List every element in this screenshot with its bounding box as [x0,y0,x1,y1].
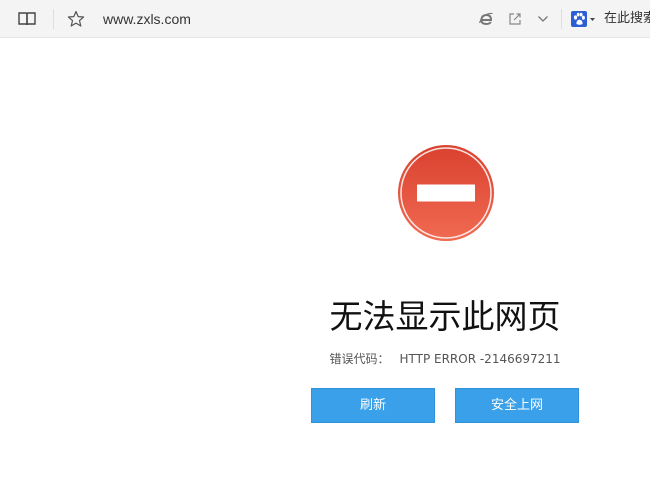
no-entry-icon [397,144,495,242]
error-code-line: 错误代码： HTTP ERROR -2146697211 [300,350,590,367]
refresh-button[interactable]: 刷新 [311,388,435,423]
reading-view-button[interactable] [14,0,40,38]
chevron-down-icon [538,16,548,22]
error-title: 无法显示此网页 [329,297,561,336]
browser-toolbar: www.zxls.com 在此搜索 [0,0,650,38]
error-code-value: HTTP ERROR -2146697211 [399,352,561,366]
toolbar-divider [53,9,54,29]
star-icon [67,10,85,27]
safe-browsing-button[interactable]: 安全上网 [455,388,579,423]
baidu-paw-icon [571,11,595,27]
error-page: 无法显示此网页 错误代码： HTTP ERROR -2146697211 刷新 安… [0,38,650,487]
ie-mode-button[interactable] [476,0,496,38]
search-box[interactable]: 在此搜索 [604,0,650,38]
search-engine-button[interactable] [570,0,598,38]
book-icon [18,12,36,26]
share-icon [509,13,521,25]
error-code-label: 错误代码： [329,352,390,366]
share-button[interactable] [505,0,525,38]
address-bar[interactable]: www.zxls.com [103,0,191,38]
favorite-button[interactable] [63,0,89,38]
address-dropdown-button[interactable] [533,0,553,38]
toolbar-divider [561,9,562,29]
ie-logo-icon [478,12,493,26]
